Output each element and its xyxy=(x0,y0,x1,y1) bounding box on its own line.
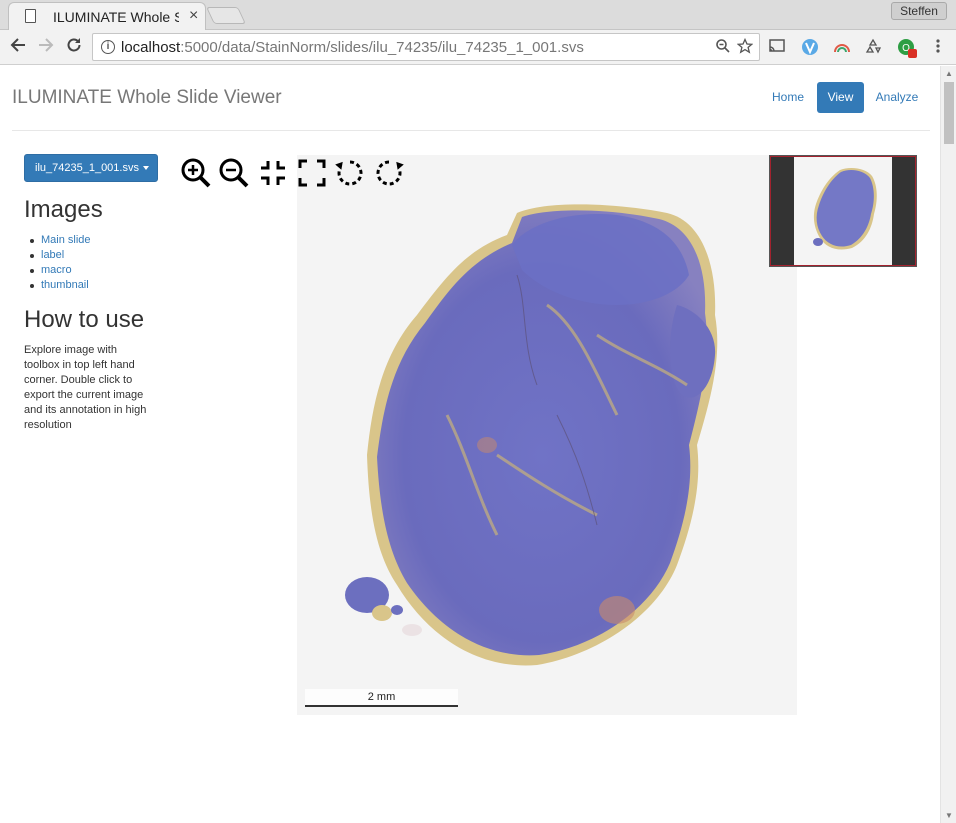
howto-description: Explore image with toolbox in top left h… xyxy=(24,344,147,431)
list-item: label xyxy=(24,248,91,263)
new-tab-button[interactable] xyxy=(206,7,246,24)
profile-button[interactable]: Steffen xyxy=(891,2,947,20)
address-bar[interactable]: i localhost:5000/data/StainNorm/slides/i… xyxy=(92,33,760,61)
reload-icon[interactable] xyxy=(64,36,84,58)
page-scrollbar[interactable]: ▲ ▼ xyxy=(940,66,956,823)
slide-select-label: ilu_74235_1_001.svs xyxy=(35,162,139,174)
scroll-up-arrow-icon[interactable]: ▲ xyxy=(945,69,953,78)
scroll-down-arrow-icon[interactable]: ▼ xyxy=(945,811,953,820)
recycle-icon[interactable] xyxy=(864,38,882,56)
rotate-left-icon[interactable] xyxy=(334,157,366,189)
page-title[interactable]: ILUMINATE Whole Slide Viewer xyxy=(12,87,282,109)
url-text: localhost:5000/data/StainNorm/slides/ilu… xyxy=(121,39,584,56)
howto-heading: How to use xyxy=(24,306,145,333)
navigator-viewport-region[interactable] xyxy=(770,156,916,266)
tab-title: ILUMINATE Whole Sli xyxy=(53,9,179,25)
extension-green-icon[interactable]: O xyxy=(897,38,917,58)
slide-viewer-canvas[interactable] xyxy=(297,155,797,715)
image-link-label[interactable]: label xyxy=(41,249,64,261)
zoom-in-icon[interactable] xyxy=(180,157,212,189)
page-favicon-icon xyxy=(25,9,36,23)
home-icon[interactable] xyxy=(257,157,289,189)
nav-view-link[interactable]: View xyxy=(817,82,864,113)
extension-v-icon[interactable] xyxy=(801,38,819,56)
rotate-right-icon[interactable] xyxy=(373,157,405,189)
list-item: thumbnail xyxy=(24,278,91,293)
zoom-search-icon[interactable] xyxy=(715,38,731,58)
page-content: ILUMINATE Whole Slide Viewer Home View A… xyxy=(0,66,940,823)
fullpage-icon[interactable] xyxy=(296,157,328,189)
navigator-minimap[interactable] xyxy=(769,155,917,267)
tab-close-icon[interactable]: × xyxy=(189,7,198,25)
cast-icon[interactable] xyxy=(768,38,786,56)
browser-tab[interactable]: ILUMINATE Whole Sli × xyxy=(8,2,206,30)
nav-home-link[interactable]: Home xyxy=(764,82,812,113)
list-item: Main slide xyxy=(24,233,91,248)
header-divider xyxy=(12,130,930,131)
site-info-icon[interactable]: i xyxy=(101,40,115,54)
browser-toolbar: i localhost:5000/data/StainNorm/slides/i… xyxy=(0,30,956,65)
list-item: macro xyxy=(24,263,91,278)
nav-analyze-link[interactable]: Analyze xyxy=(870,82,924,113)
zoom-out-icon[interactable] xyxy=(218,157,250,189)
bookmark-star-icon[interactable] xyxy=(736,37,754,58)
tab-strip: ILUMINATE Whole Sli × Steffen xyxy=(0,0,956,30)
images-heading: Images xyxy=(24,196,103,223)
scrollbar-thumb[interactable] xyxy=(944,82,954,144)
extension-rainbow-icon[interactable] xyxy=(833,38,851,56)
image-link-macro[interactable]: macro xyxy=(41,264,72,276)
tissue-slide-image xyxy=(345,204,718,666)
slide-select-dropdown[interactable]: ilu_74235_1_001.svs xyxy=(24,154,158,182)
forward-arrow-icon[interactable] xyxy=(36,36,56,58)
caret-down-icon xyxy=(142,166,149,171)
back-arrow-icon[interactable] xyxy=(8,36,28,58)
images-list: Main slide label macro thumbnail xyxy=(24,233,91,293)
image-link-thumbnail[interactable]: thumbnail xyxy=(41,279,89,291)
scale-bar: 2 mm xyxy=(305,689,458,707)
browser-menu-icon[interactable] xyxy=(929,38,947,56)
image-link-main-slide[interactable]: Main slide xyxy=(41,234,91,246)
